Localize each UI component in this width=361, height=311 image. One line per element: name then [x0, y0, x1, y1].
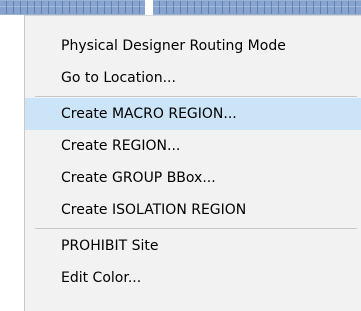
background-strip-left [0, 0, 145, 15]
menu-item-prohibit-site[interactable]: PROHIBIT Site [25, 230, 361, 262]
menu-item-edit-color[interactable]: Edit Color... [25, 262, 361, 294]
menu-item-create-macro-region[interactable]: Create MACRO REGION... [25, 98, 361, 130]
menu-separator [35, 228, 357, 229]
menu-item-create-region[interactable]: Create REGION... [25, 130, 361, 162]
menu-item-go-to-location[interactable]: Go to Location... [25, 62, 361, 94]
background-strip-right [153, 0, 361, 15]
context-menu: Physical Designer Routing Mode Go to Loc… [24, 15, 361, 311]
menu-item-create-isolation-region[interactable]: Create ISOLATION REGION [25, 194, 361, 226]
menu-separator [35, 96, 357, 97]
menu-item-physical-designer-routing-mode[interactable]: Physical Designer Routing Mode [25, 30, 361, 62]
background-strip [0, 0, 361, 15]
menu-item-create-group-bbox[interactable]: Create GROUP BBox... [25, 162, 361, 194]
